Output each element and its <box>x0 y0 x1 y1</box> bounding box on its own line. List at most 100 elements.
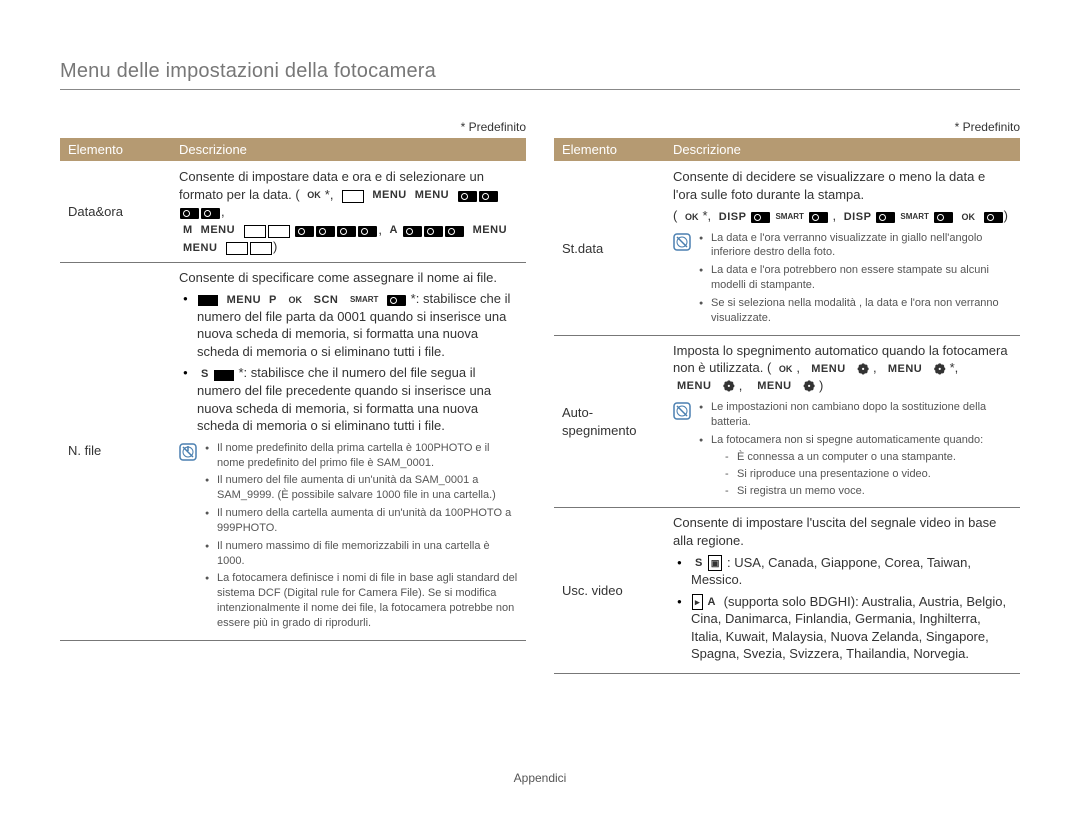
menu-icon: MENU <box>885 362 925 376</box>
camera-icon <box>934 212 953 223</box>
settings-table-right: Elemento Descrizione St.data Consente di… <box>554 138 1020 674</box>
dash-item: Si registra un memo voce. <box>725 484 1012 499</box>
note-item: La data e l'ora verranno visualizzate in… <box>697 231 1012 261</box>
rect-icon <box>244 225 266 238</box>
camera-icon <box>876 212 895 223</box>
camera-icon <box>295 226 314 237</box>
note-box: Il nome predefinito della prima cartella… <box>179 441 518 634</box>
note-item: Le impostazioni non cambiano dopo la sos… <box>697 400 1012 430</box>
item-name: Auto-spegnimento <box>554 335 665 508</box>
item-name: Data&ora <box>60 162 171 263</box>
table-row: Auto-spegnimento Imposta lo spegnimento … <box>554 335 1020 508</box>
note-item: Il numero massimo di file memorizzabili … <box>203 539 518 569</box>
right-column: * Predefinito Elemento Descrizione St.da… <box>554 120 1020 674</box>
camera-icon <box>479 191 498 202</box>
a-icon: A <box>705 595 719 609</box>
note-item: Il numero della cartella aumenta di un'u… <box>203 506 518 536</box>
ok-icon: OK <box>776 362 796 376</box>
rect-icon <box>268 225 290 238</box>
note-text: La fotocamera non si spegne automaticame… <box>711 434 983 446</box>
page-title: Menu delle impostazioni della fotocamera <box>60 60 1020 90</box>
camera-icon <box>424 226 443 237</box>
camera-icon <box>984 212 1003 223</box>
settings-table-left: Elemento Descrizione Data&ora Consente d… <box>60 138 526 641</box>
desc-text: Consente di decidere se visualizzare o m… <box>673 168 1012 203</box>
note-text: Se si seleziona nella modalità , la data… <box>711 297 999 324</box>
left-column: * Predefinito Elemento Descrizione Data&… <box>60 120 526 674</box>
camera-icon <box>809 212 828 223</box>
mode-icon-row: ( OK*, DISPSMART , DISPSMART OK ) <box>673 208 1008 223</box>
note-item: Il nome predefinito della prima cartella… <box>203 441 518 471</box>
bullet-text: *: stabilisce che il numero del file seg… <box>197 365 491 433</box>
menu-icon: MENU <box>198 223 238 237</box>
note-box: Le impostazioni non cambiano dopo la sos… <box>673 400 1012 501</box>
smart-icon: SMART <box>897 210 931 224</box>
col-header-descrizione: Descrizione <box>665 138 1020 162</box>
note-item: Il numero del file aumenta di un'unità d… <box>203 473 518 503</box>
camera-icon <box>201 208 220 219</box>
ok-icon: OK <box>285 293 305 307</box>
item-desc: Imposta lo spegnimento automatico quando… <box>665 335 1020 508</box>
camera-icon <box>403 226 422 237</box>
item-desc: Consente di impostare l'uscita del segna… <box>665 508 1020 673</box>
a-icon: A <box>387 223 401 237</box>
table-row: Usc. video Consente di impostare l'uscit… <box>554 508 1020 673</box>
table-row: Data&ora Consente di impostare data e or… <box>60 162 526 263</box>
rect-icon <box>250 242 272 255</box>
list-item: S *: stabilisce che il numero del file s… <box>179 364 518 434</box>
camera-icon <box>387 295 406 306</box>
menu-icon: MENU <box>674 379 714 393</box>
bullet-text: (supporta solo BDGHI): Australia, Austri… <box>691 594 1006 662</box>
predefinito-note-left: * Predefinito <box>60 120 526 134</box>
note-item: La fotocamera definisce i nomi di file i… <box>203 571 518 630</box>
camera-icon <box>445 226 464 237</box>
mode-icon-row: S▣ <box>691 555 727 570</box>
m-icon: M <box>180 223 196 237</box>
camera-icon <box>180 208 199 219</box>
camera-icon <box>337 226 356 237</box>
tv-icon: ▣ <box>708 555 723 571</box>
item-name: St.data <box>554 162 665 336</box>
disp-icon: DISP <box>716 210 750 224</box>
dash-item: È connessa a un computer o una stampante… <box>725 450 1012 465</box>
s-icon: S <box>198 367 212 381</box>
item-desc: Consente di specificare come assegnare i… <box>171 262 526 640</box>
dash-item: Si riproduce una presentazione o video. <box>725 467 1012 482</box>
desc-lead: Consente di specificare come assegnare i… <box>179 269 518 287</box>
list-item: MENUP OK SCN SMART *: stabilisce che il … <box>179 290 518 360</box>
menu-icon: MENU <box>180 241 220 255</box>
scn-icon: SCN <box>311 293 342 307</box>
gear-icon <box>800 379 818 393</box>
col-header-descrizione: Descrizione <box>171 138 526 162</box>
table-row: St.data Consente di decidere se visualiz… <box>554 162 1020 336</box>
note-icon <box>673 233 691 251</box>
col-header-elemento: Elemento <box>554 138 665 162</box>
note-item: Se si seleziona nella modalità , la data… <box>697 296 1012 326</box>
s-icon: S <box>692 556 706 570</box>
desc-lead: Consente di impostare l'uscita del segna… <box>673 514 1012 549</box>
p-icon: P <box>266 293 280 307</box>
item-desc: Consente di impostare data e ora e di se… <box>171 162 526 263</box>
mode-icon-row: S <box>197 365 238 380</box>
note-icon <box>673 402 691 420</box>
item-name: N. file <box>60 262 171 640</box>
item-desc: Consente di decidere se visualizzare o m… <box>665 162 1020 336</box>
menu-icon: MENU <box>470 223 510 237</box>
tv-icon: ▸ <box>692 594 703 610</box>
note-item: La data e l'ora potrebbero non essere st… <box>697 263 1012 293</box>
camera-icon <box>316 226 335 237</box>
note-icon <box>179 443 197 461</box>
table-row: N. file Consente di specificare come ass… <box>60 262 526 640</box>
disp-icon: DISP <box>841 210 875 224</box>
rect-icon <box>214 370 234 381</box>
rect-icon <box>342 190 364 203</box>
ok-icon: OK <box>304 188 324 202</box>
mode-icon-row: MENUP OK SCN SMART <box>197 291 411 306</box>
page-footer: Appendici <box>0 771 1080 785</box>
menu-icon: MENU <box>369 188 409 202</box>
camera-icon <box>458 191 477 202</box>
menu-icon: MENU <box>754 379 794 393</box>
rect-icon <box>198 295 218 306</box>
col-header-elemento: Elemento <box>60 138 171 162</box>
ok-icon: OK <box>682 210 702 224</box>
